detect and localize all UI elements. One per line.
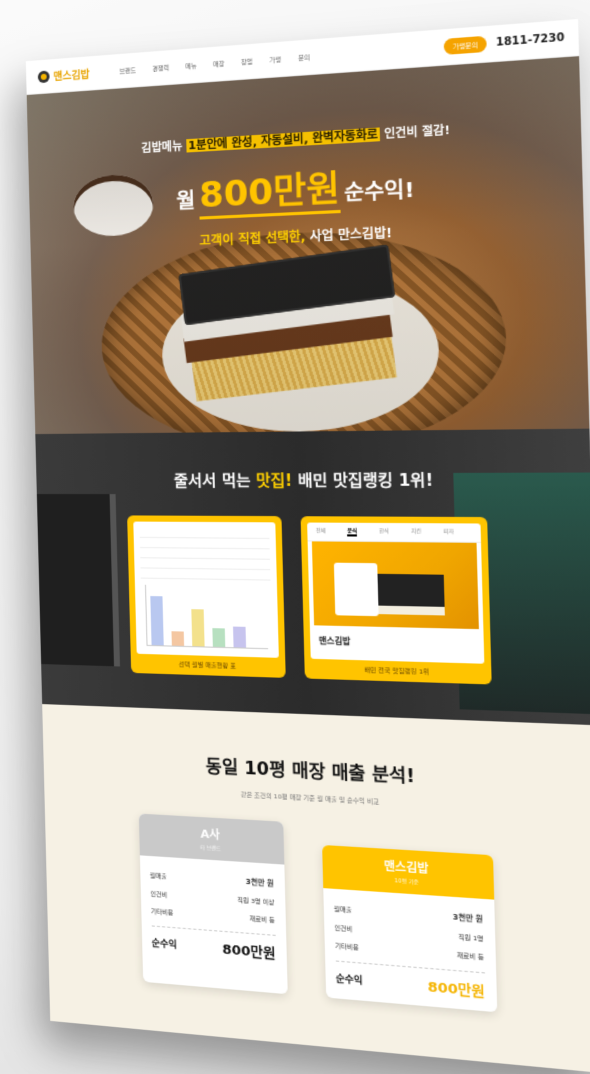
sales-bar	[150, 596, 163, 645]
category-tabs: 전체 분식 한식 치킨 피자	[307, 523, 481, 543]
sales-bar	[212, 628, 225, 647]
hero-line-3-highlight: 고객이 직접 선택한,	[199, 229, 305, 248]
nav-right: 가맹문의 1811-7230	[444, 30, 565, 55]
brand-name: 맨스김밥	[53, 65, 90, 83]
kimbap-product-photo	[312, 541, 479, 629]
sales-bar	[191, 609, 204, 646]
sales-analysis-section: 동일 10평 매장 매출 분석! 같은 조건의 10평 매장 기준 월 매출 및…	[42, 704, 590, 1073]
profit-label: 순수익	[336, 971, 363, 987]
stat-label: 인건비	[334, 923, 352, 934]
mans-kimbap-card-body: 월매출 3천만 원 인건비직원 1명 기타비용재료비 등 순수익 800만원	[323, 888, 497, 1012]
sales-bar	[171, 631, 184, 646]
stat-value: 3천만 원	[453, 912, 483, 925]
hero-section: 김밥메뉴 1분안에 완성, 자동설비, 완벽자동화로 인건비 절감! 월800만…	[27, 56, 590, 434]
stat-value: 재료비 등	[457, 950, 484, 962]
sales-table	[139, 528, 270, 581]
brand-logo[interactable]: 맨스김밥	[38, 65, 90, 84]
menu-item[interactable]: 경쟁력	[152, 63, 169, 73]
hero-line-2-post: 순수익!	[344, 177, 415, 206]
menu-item[interactable]: 브랜드	[119, 65, 136, 75]
mans-kimbap-sub: 10평 기준	[322, 872, 493, 891]
ranking-title: 줄서서 먹는 맛집! 배민 맛집랭킹 1위!	[35, 429, 590, 492]
profit-row: 순수익 800만원	[336, 968, 486, 1001]
mans-kimbap-name: 맨스김밥	[384, 859, 429, 876]
stat-value: 3천만 원	[246, 877, 274, 889]
hero-line-3-post: 사업 만스김밥!	[305, 226, 392, 244]
mans-kimbap-card: 맨스김밥 10평 기준 월매출 3천만 원 인건비직원 1명 기타비용재료비 등 …	[322, 845, 497, 1012]
store-name: 맨스김밥	[319, 635, 351, 647]
competitor-name: A사	[200, 827, 220, 842]
category-tab[interactable]: 분식	[347, 527, 357, 537]
ranking-title-pre: 줄서서 먹는	[174, 471, 257, 490]
stat-label: 기타비용	[335, 940, 359, 951]
hero-big-number: 800만원	[199, 168, 341, 220]
inquiry-button[interactable]: 가맹문의	[444, 36, 487, 55]
stat-value: 직원 3명 이상	[237, 895, 274, 907]
competitor-card-body: 월매출 3천만 원 인건비직원 3명 이상 기타비용재료비 등 순수익 800만원	[139, 855, 286, 973]
category-tab[interactable]: 전체	[316, 527, 326, 537]
phone-number[interactable]: 1811-7230	[496, 32, 565, 49]
profit-value: 800만원	[222, 938, 276, 962]
stat-value: 재료비 등	[249, 913, 274, 924]
profit-label: 순수익	[152, 936, 178, 951]
comparison-cards: A사 타 브랜드 월매출 3천만 원 인건비직원 3명 이상 기타비용재료비 등 …	[45, 808, 590, 1021]
profit-value: 800만원	[427, 975, 485, 1000]
sales-bar	[233, 627, 246, 648]
menu-item[interactable]: 가맹	[269, 54, 281, 64]
profit-row: 순수익 800만원	[151, 933, 275, 962]
ranking-section: 줄서서 먹는 맛집! 배민 맛집랭킹 1위! 선택 월별 매출현황 표 전체 분…	[35, 429, 590, 726]
sales-bar-chart	[145, 585, 268, 649]
stat-label: 인건비	[150, 889, 167, 899]
stat-label: 월매출	[334, 904, 352, 916]
hero-line-2-pre: 월	[176, 188, 195, 214]
category-tab[interactable]: 한식	[379, 527, 389, 537]
menu-item[interactable]: 메뉴	[185, 60, 197, 70]
main-menu: 브랜드 경쟁력 메뉴 매장 창업 가맹 문의	[119, 52, 310, 75]
menu-item[interactable]: 매장	[213, 58, 225, 68]
stat-label: 월매출	[150, 870, 167, 881]
baemin-screenshot: 전체 분식 한식 치킨 피자 맨스김밥	[307, 523, 484, 664]
hero-line-1-post: 인건비 절감!	[380, 123, 450, 141]
stat-value: 직원 1명	[458, 932, 483, 944]
category-tab[interactable]: 치킨	[411, 527, 421, 537]
ranking-title-highlight: 맛집!	[256, 471, 293, 490]
menu-item[interactable]: 창업	[241, 56, 253, 66]
stat-label: 기타비용	[151, 906, 174, 917]
hero-line-1-pre: 김밥메뉴	[141, 139, 186, 155]
baemin-ranking-card: 전체 분식 한식 치킨 피자 맨스김밥 배민 전국 맛집랭킹 1위	[301, 516, 492, 684]
sales-report-card: 선택 월별 매출현황 표	[127, 515, 286, 677]
menu-item[interactable]: 문의	[298, 52, 310, 62]
logo-icon	[38, 70, 50, 83]
landing-page-mockup: 맨스김밥 브랜드 경쟁력 메뉴 매장 창업 가맹 문의 가맹문의 1811-72…	[26, 19, 590, 1074]
ranking-title-post: 배민 맛집랭킹 1위!	[292, 471, 433, 490]
competitor-sub: 타 브랜드	[139, 840, 284, 856]
competitor-card: A사 타 브랜드 월매출 3천만 원 인건비직원 3명 이상 기타비용재료비 등 …	[138, 814, 287, 995]
category-tab[interactable]: 피자	[443, 528, 454, 538]
ranking-cards: 선택 월별 매출현황 표 전체 분식 한식 치킨 피자 맨스김밥 배민 전국 맛…	[37, 515, 590, 688]
sales-report-screenshot	[133, 522, 279, 658]
